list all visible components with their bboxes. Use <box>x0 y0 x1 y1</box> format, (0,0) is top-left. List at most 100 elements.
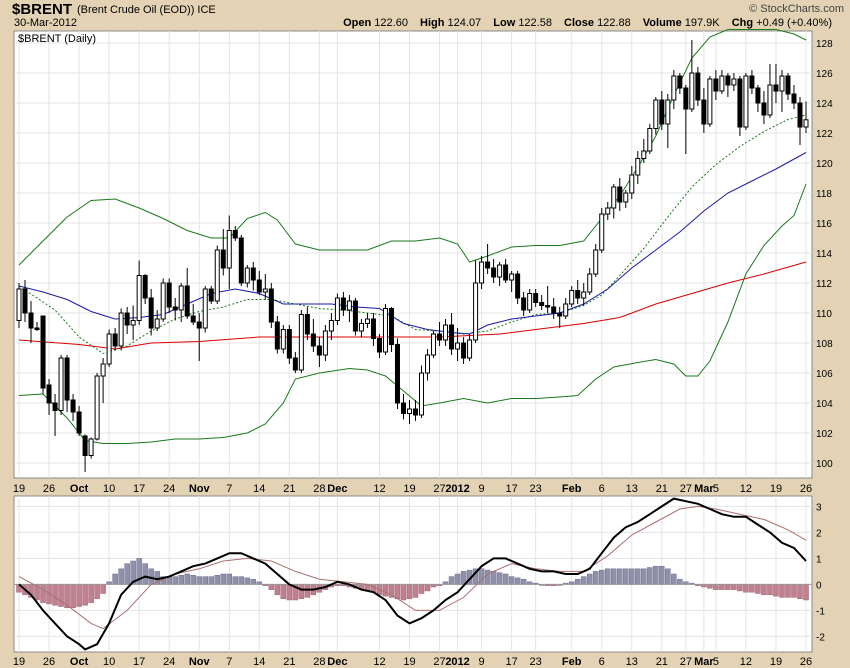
macd-x-tick-label: 27 <box>680 656 692 668</box>
macd-histogram-bar <box>743 584 749 593</box>
candle-body <box>28 312 34 329</box>
macd-x-tick-label: 21 <box>656 656 668 668</box>
price-x-tick-label: 9 <box>479 483 485 495</box>
macd-histogram-bar <box>196 576 202 585</box>
macd-histogram-bar <box>274 584 281 596</box>
candle-body <box>635 158 641 176</box>
candle-body <box>509 273 515 281</box>
macd-histogram-bar <box>268 584 275 590</box>
macd-x-tick-label: 12 <box>373 656 385 668</box>
macd-histogram-bar <box>58 584 64 607</box>
candle-body <box>629 174 635 194</box>
macd-histogram-bar <box>641 568 647 585</box>
macd-x-tick-label: 10 <box>103 656 115 668</box>
price-y-tick-label: 112 <box>816 279 832 290</box>
macd-histogram-bar <box>713 584 719 590</box>
candle-body <box>190 315 196 323</box>
macd-histogram-bar <box>400 584 407 601</box>
candle-body <box>413 408 419 416</box>
candle-body <box>226 230 232 269</box>
candle-body <box>461 342 467 359</box>
candle-body <box>521 297 527 311</box>
price-x-tick-label: Oct <box>70 483 89 495</box>
macd-y-tick-label: 0 <box>816 580 822 591</box>
candle-body <box>214 249 220 302</box>
candle-body <box>533 293 539 303</box>
price-y-tick-label: 122 <box>816 129 833 140</box>
candle-body <box>76 411 82 434</box>
price-x-tick-label: 7 <box>226 483 232 495</box>
candle-body <box>515 273 521 299</box>
macd-histogram-bar <box>304 584 311 598</box>
macd-histogram-bar <box>208 576 214 585</box>
price-y-tick-label: 114 <box>816 249 832 260</box>
candle-body <box>689 72 695 110</box>
candle-body <box>106 333 112 365</box>
candle-body <box>419 372 425 416</box>
candle-body <box>112 333 118 347</box>
macd-histogram-bar <box>70 584 76 609</box>
macd-histogram-bar <box>719 584 725 590</box>
candle-body <box>370 318 376 339</box>
price-x-tick-label: 19 <box>403 483 415 495</box>
macd-histogram-bar <box>226 573 233 585</box>
macd-histogram-bar <box>659 565 665 585</box>
candle-body <box>623 192 629 203</box>
candle-body <box>202 288 208 329</box>
macd-x-tick-label: Feb <box>562 656 582 668</box>
macd-histogram-bar <box>220 573 227 585</box>
price-x-tick-label: Nov <box>189 483 211 495</box>
macd-histogram-bar <box>124 563 130 585</box>
macd-histogram-bar <box>298 584 305 599</box>
candle-body <box>250 267 256 281</box>
candle-body <box>587 273 593 293</box>
macd-histogram-bar <box>454 573 461 585</box>
candle-body <box>100 363 106 377</box>
candle-body <box>773 84 779 92</box>
macd-x-tick-label: 6 <box>599 656 605 668</box>
candle-body <box>364 318 370 324</box>
candle-body <box>292 357 298 371</box>
candle-body <box>316 345 322 356</box>
price-x-tick-label: 2012 <box>445 483 469 495</box>
candle-body <box>268 288 274 323</box>
price-x-tick-label: 21 <box>283 483 295 495</box>
candle-body <box>455 342 461 350</box>
candle-body <box>785 75 791 95</box>
candle-body <box>160 282 166 320</box>
macd-histogram-bar <box>647 567 653 585</box>
macd-y-tick-label: -1 <box>816 606 825 617</box>
price-x-tick-label: 17 <box>506 483 518 495</box>
macd-histogram-bar <box>190 575 196 585</box>
candle-body <box>593 249 599 275</box>
macd-histogram-bar <box>797 584 803 599</box>
candle-body <box>641 150 647 159</box>
candle-body <box>16 288 22 321</box>
candle-body <box>286 329 292 359</box>
candle-body <box>394 344 400 404</box>
macd-x-tick-label: 13 <box>626 656 638 668</box>
macd-histogram-bar <box>424 584 431 592</box>
candle-body <box>563 303 569 317</box>
macd-histogram-bar <box>665 568 671 585</box>
macd-histogram-bar <box>502 573 509 585</box>
candle-body <box>605 207 611 215</box>
candle-body <box>695 72 701 101</box>
macd-histogram-bar <box>773 584 779 597</box>
macd-histogram-bar <box>598 569 605 585</box>
candle-body <box>707 78 713 125</box>
macd-x-tick-label: Nov <box>189 656 211 668</box>
macd-histogram-bar <box>178 575 184 585</box>
candle-body <box>178 285 184 311</box>
macd-histogram-bar <box>52 584 58 606</box>
macd-histogram-bar <box>244 577 251 585</box>
candle-body <box>148 297 154 329</box>
macd-x-tick-label: 28 <box>313 656 325 668</box>
macd-histogram-bar <box>490 571 497 585</box>
candle-body <box>166 282 172 308</box>
macd-x-tick-label: 14 <box>253 656 265 668</box>
macd-histogram-bar <box>82 584 88 606</box>
macd-histogram-bar <box>94 584 100 599</box>
macd-x-tick-label: 17 <box>133 656 145 668</box>
candle-body <box>617 186 623 203</box>
